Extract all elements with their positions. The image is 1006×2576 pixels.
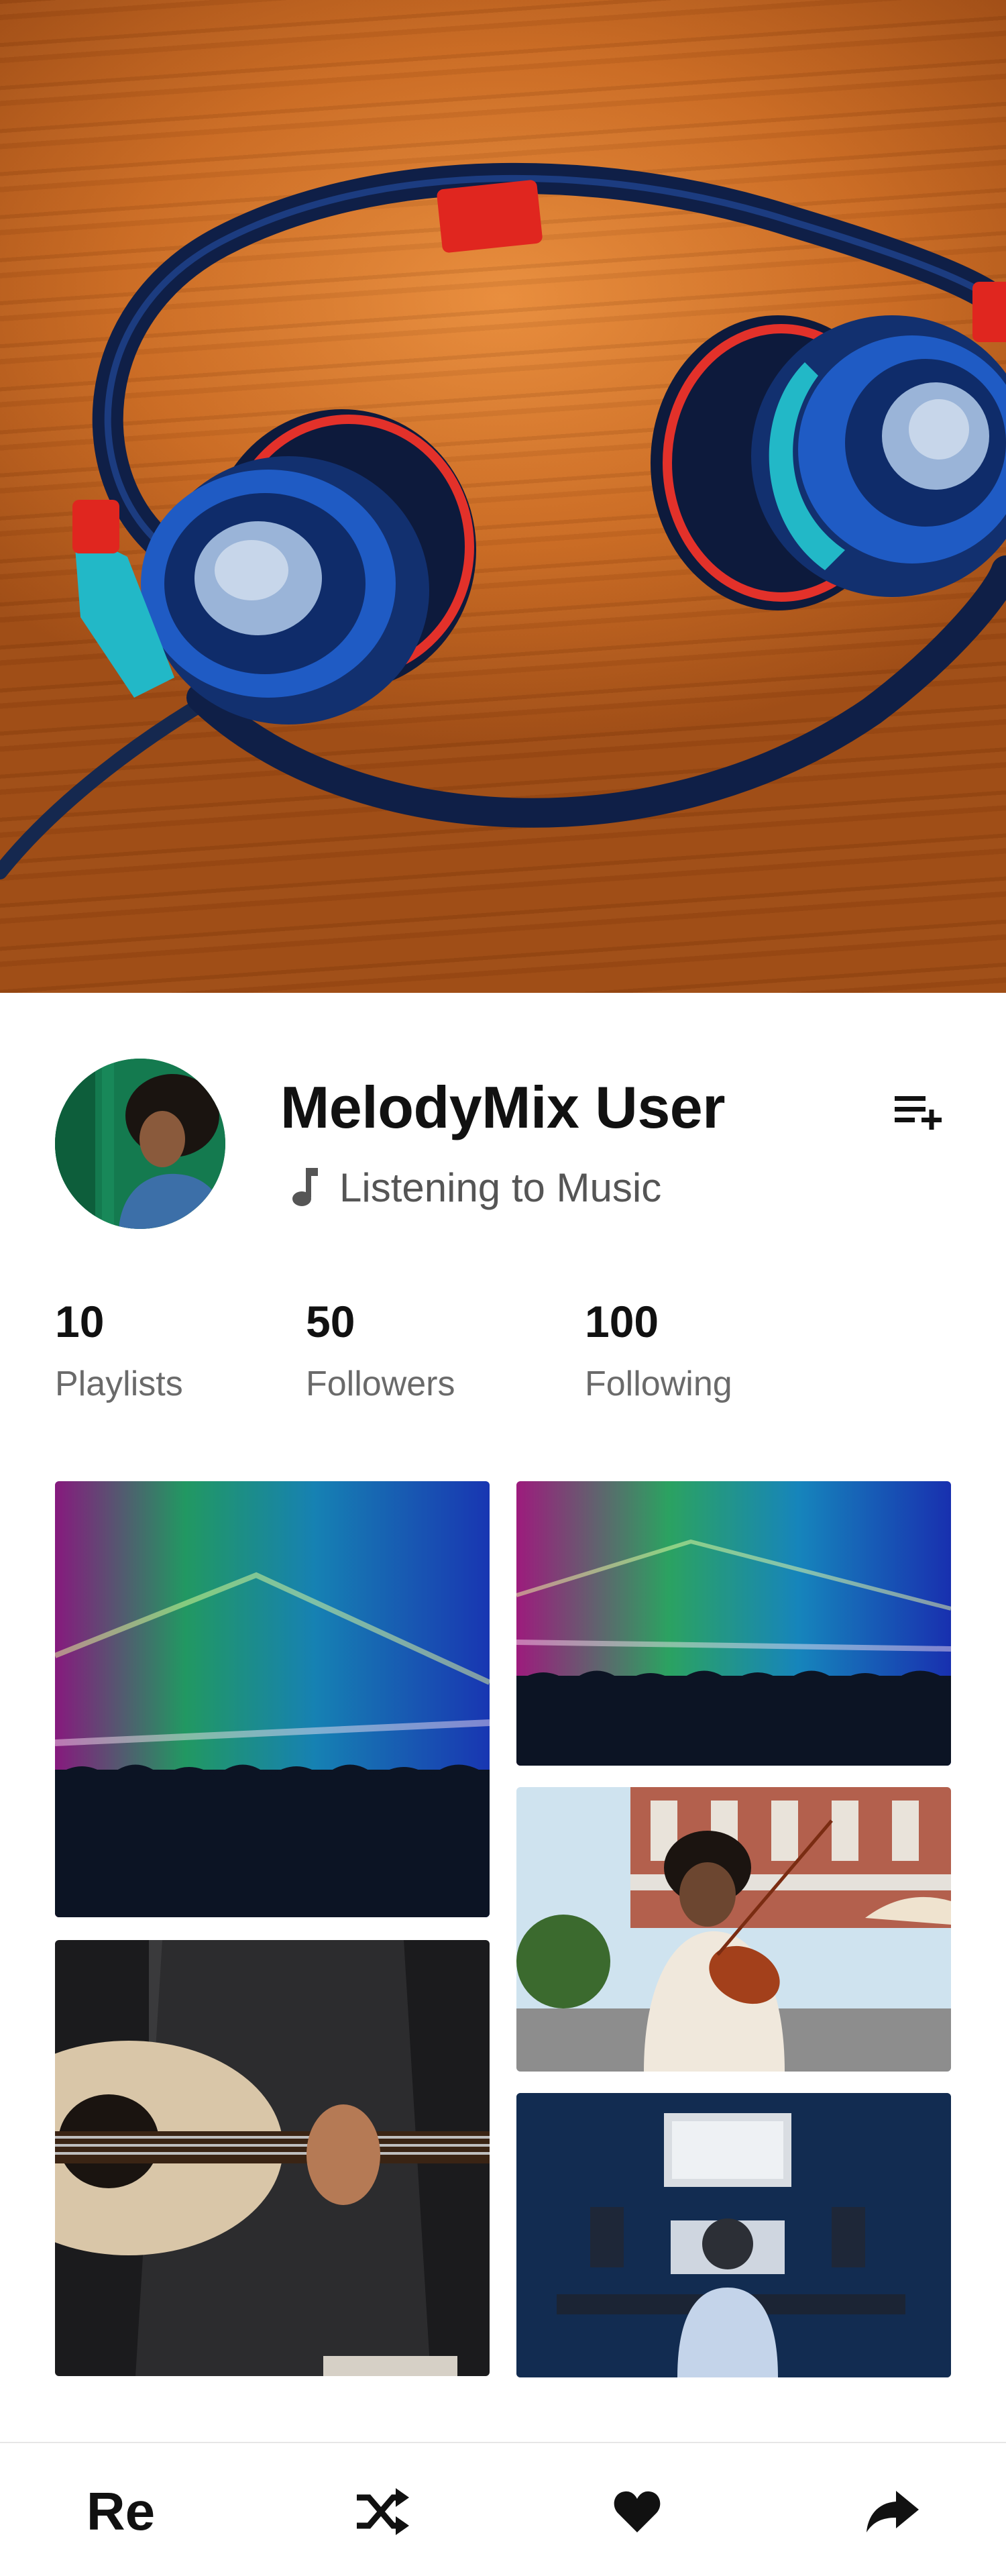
re-label: Re (86, 2481, 156, 2541)
profile-name: MelodyMix User (280, 1074, 725, 1140)
stat-playlists[interactable]: 10 Playlists (55, 1295, 183, 1407)
stat-label: Playlists (55, 1364, 183, 1403)
stat-value: 10 (55, 1297, 105, 1346)
listening-status: Listening to Music (287, 1161, 661, 1214)
like-button[interactable] (604, 2478, 671, 2545)
stat-label: Following (585, 1364, 732, 1403)
photo-concert-lights-large[interactable] (55, 1481, 490, 1917)
stat-value: 100 (585, 1297, 659, 1346)
shuffle-button[interactable] (349, 2478, 416, 2545)
stat-value: 50 (306, 1297, 355, 1346)
bottom-navigation-bar: Re (0, 2442, 1006, 2576)
photo-guitarist[interactable] (55, 1940, 490, 2376)
cover-photo-headphones (0, 0, 1006, 993)
share-button[interactable] (858, 2478, 926, 2545)
heart-icon (614, 2491, 661, 2532)
shuffle-icon (357, 2488, 409, 2535)
avatar[interactable] (55, 1059, 225, 1229)
stat-followers[interactable]: 50 Followers (306, 1295, 455, 1407)
share-icon (867, 2491, 919, 2532)
stat-label: Followers (306, 1364, 455, 1403)
playlist-add-icon (895, 1096, 942, 1130)
photo-studio[interactable] (516, 2093, 951, 2377)
photo-violinist[interactable] (516, 1787, 951, 2072)
stat-following[interactable]: 100 Following (585, 1295, 732, 1407)
re-button[interactable]: Re (80, 2478, 161, 2545)
status-text: Listening to Music (339, 1165, 662, 1210)
add-to-playlist-button[interactable] (892, 1091, 946, 1134)
photo-concert-lights[interactable] (516, 1481, 951, 1766)
profile-page: MelodyMix User Listening to Music 10 Pla… (0, 0, 1006, 2576)
music-note-icon (292, 1168, 318, 1206)
